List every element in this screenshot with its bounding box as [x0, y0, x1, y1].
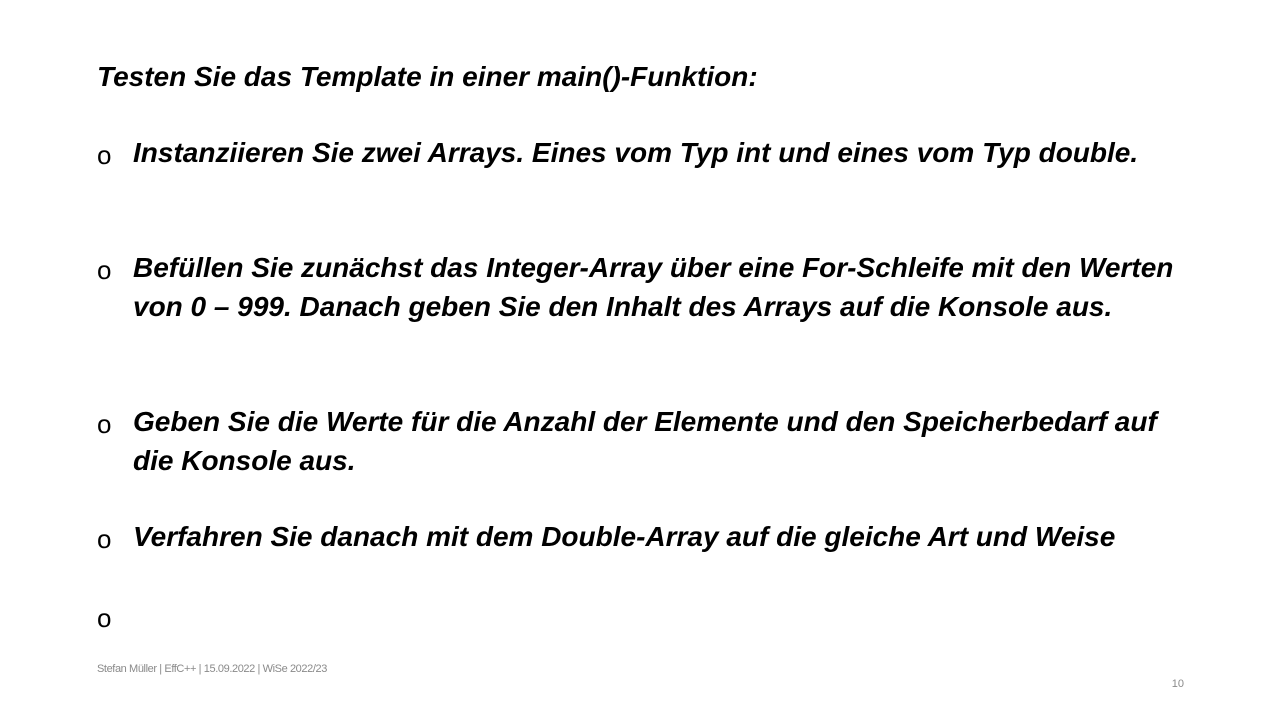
bullet-text: Verfahren Sie danach mit dem Double-Arra…: [133, 521, 1116, 552]
page-number: 10: [1171, 678, 1184, 690]
bullet-marker: o: [97, 409, 112, 439]
slide-footer: Stefan Müller | EffC++ | 15.09.2022 | Wi…: [97, 663, 327, 675]
slide: Testen Sie das Template in einer main()-…: [0, 0, 1280, 720]
bullet-text: Instanziieren Sie zwei Arrays. Eines vom…: [133, 137, 1139, 168]
bullet-marker: o: [97, 603, 112, 633]
bullet-text: Geben Sie die Werte für die Anzahl der E…: [133, 406, 1157, 476]
bullet-text: Befüllen Sie zunächst das Integer-Array …: [133, 252, 1174, 322]
bullet-marker: o: [97, 255, 112, 285]
slide-heading: Testen Sie das Template in einer main()-…: [97, 61, 758, 92]
bullet-marker: o: [97, 524, 112, 554]
bullet-marker: o: [97, 140, 112, 170]
